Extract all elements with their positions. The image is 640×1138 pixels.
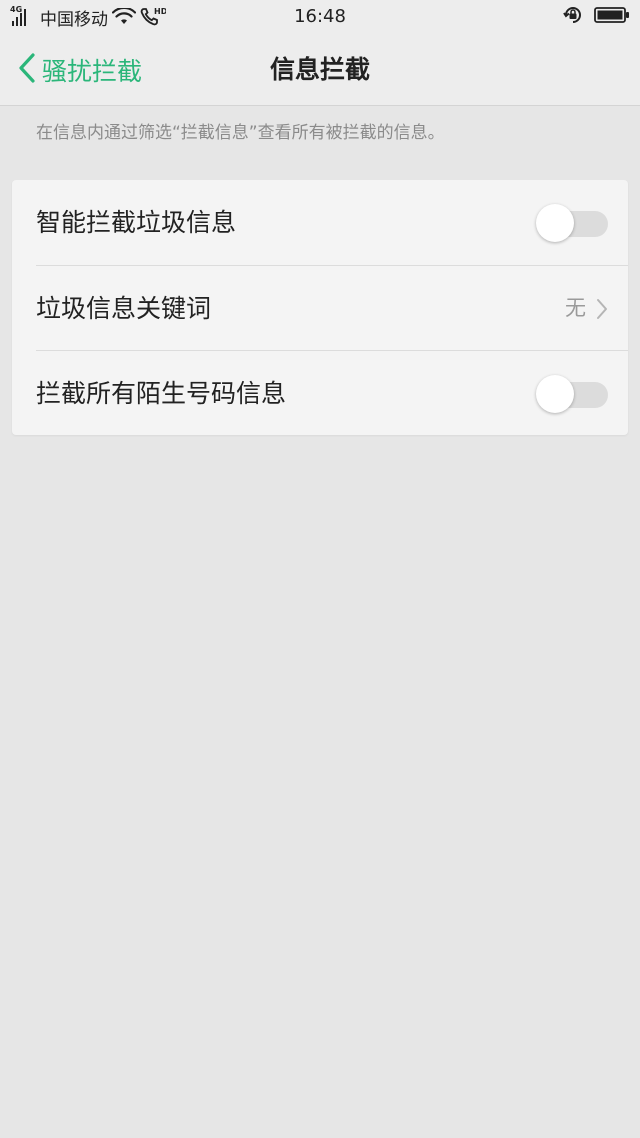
setting-row-block-strangers[interactable]: 拦截所有陌生号码信息 [12, 351, 628, 436]
rotation-lock-icon [562, 4, 584, 30]
setting-label: 拦截所有陌生号码信息 [36, 379, 287, 408]
setting-value: 无 [565, 296, 586, 320]
smart-spam-block-toggle[interactable] [536, 204, 608, 242]
chevron-right-icon [596, 298, 608, 324]
status-bar-right [562, 0, 630, 34]
nav-bar: 骚扰拦截 信息拦截 [0, 34, 640, 106]
battery-icon [594, 6, 630, 28]
setting-row-smart-spam-block[interactable]: 智能拦截垃圾信息 [12, 180, 628, 265]
status-time: 16:48 [294, 6, 346, 27]
setting-label: 智能拦截垃圾信息 [36, 208, 237, 237]
toggle-knob [536, 204, 574, 242]
toggle-knob [536, 375, 574, 413]
setting-label: 垃圾信息关键词 [36, 294, 212, 323]
page-title: 信息拦截 [269, 55, 370, 84]
block-strangers-toggle[interactable] [536, 375, 608, 413]
setting-row-spam-keywords[interactable]: 垃圾信息关键词 无 [12, 266, 628, 351]
description-text: 在信息内通过筛选“拦截信息”查看所有被拦截的信息。 [36, 123, 445, 143]
status-bar: 4G 中国移动 HD 16:48 [0, 0, 640, 34]
settings-card: 智能拦截垃圾信息 垃圾信息关键词 无 拦截所有陌生号码信息 [12, 180, 628, 435]
